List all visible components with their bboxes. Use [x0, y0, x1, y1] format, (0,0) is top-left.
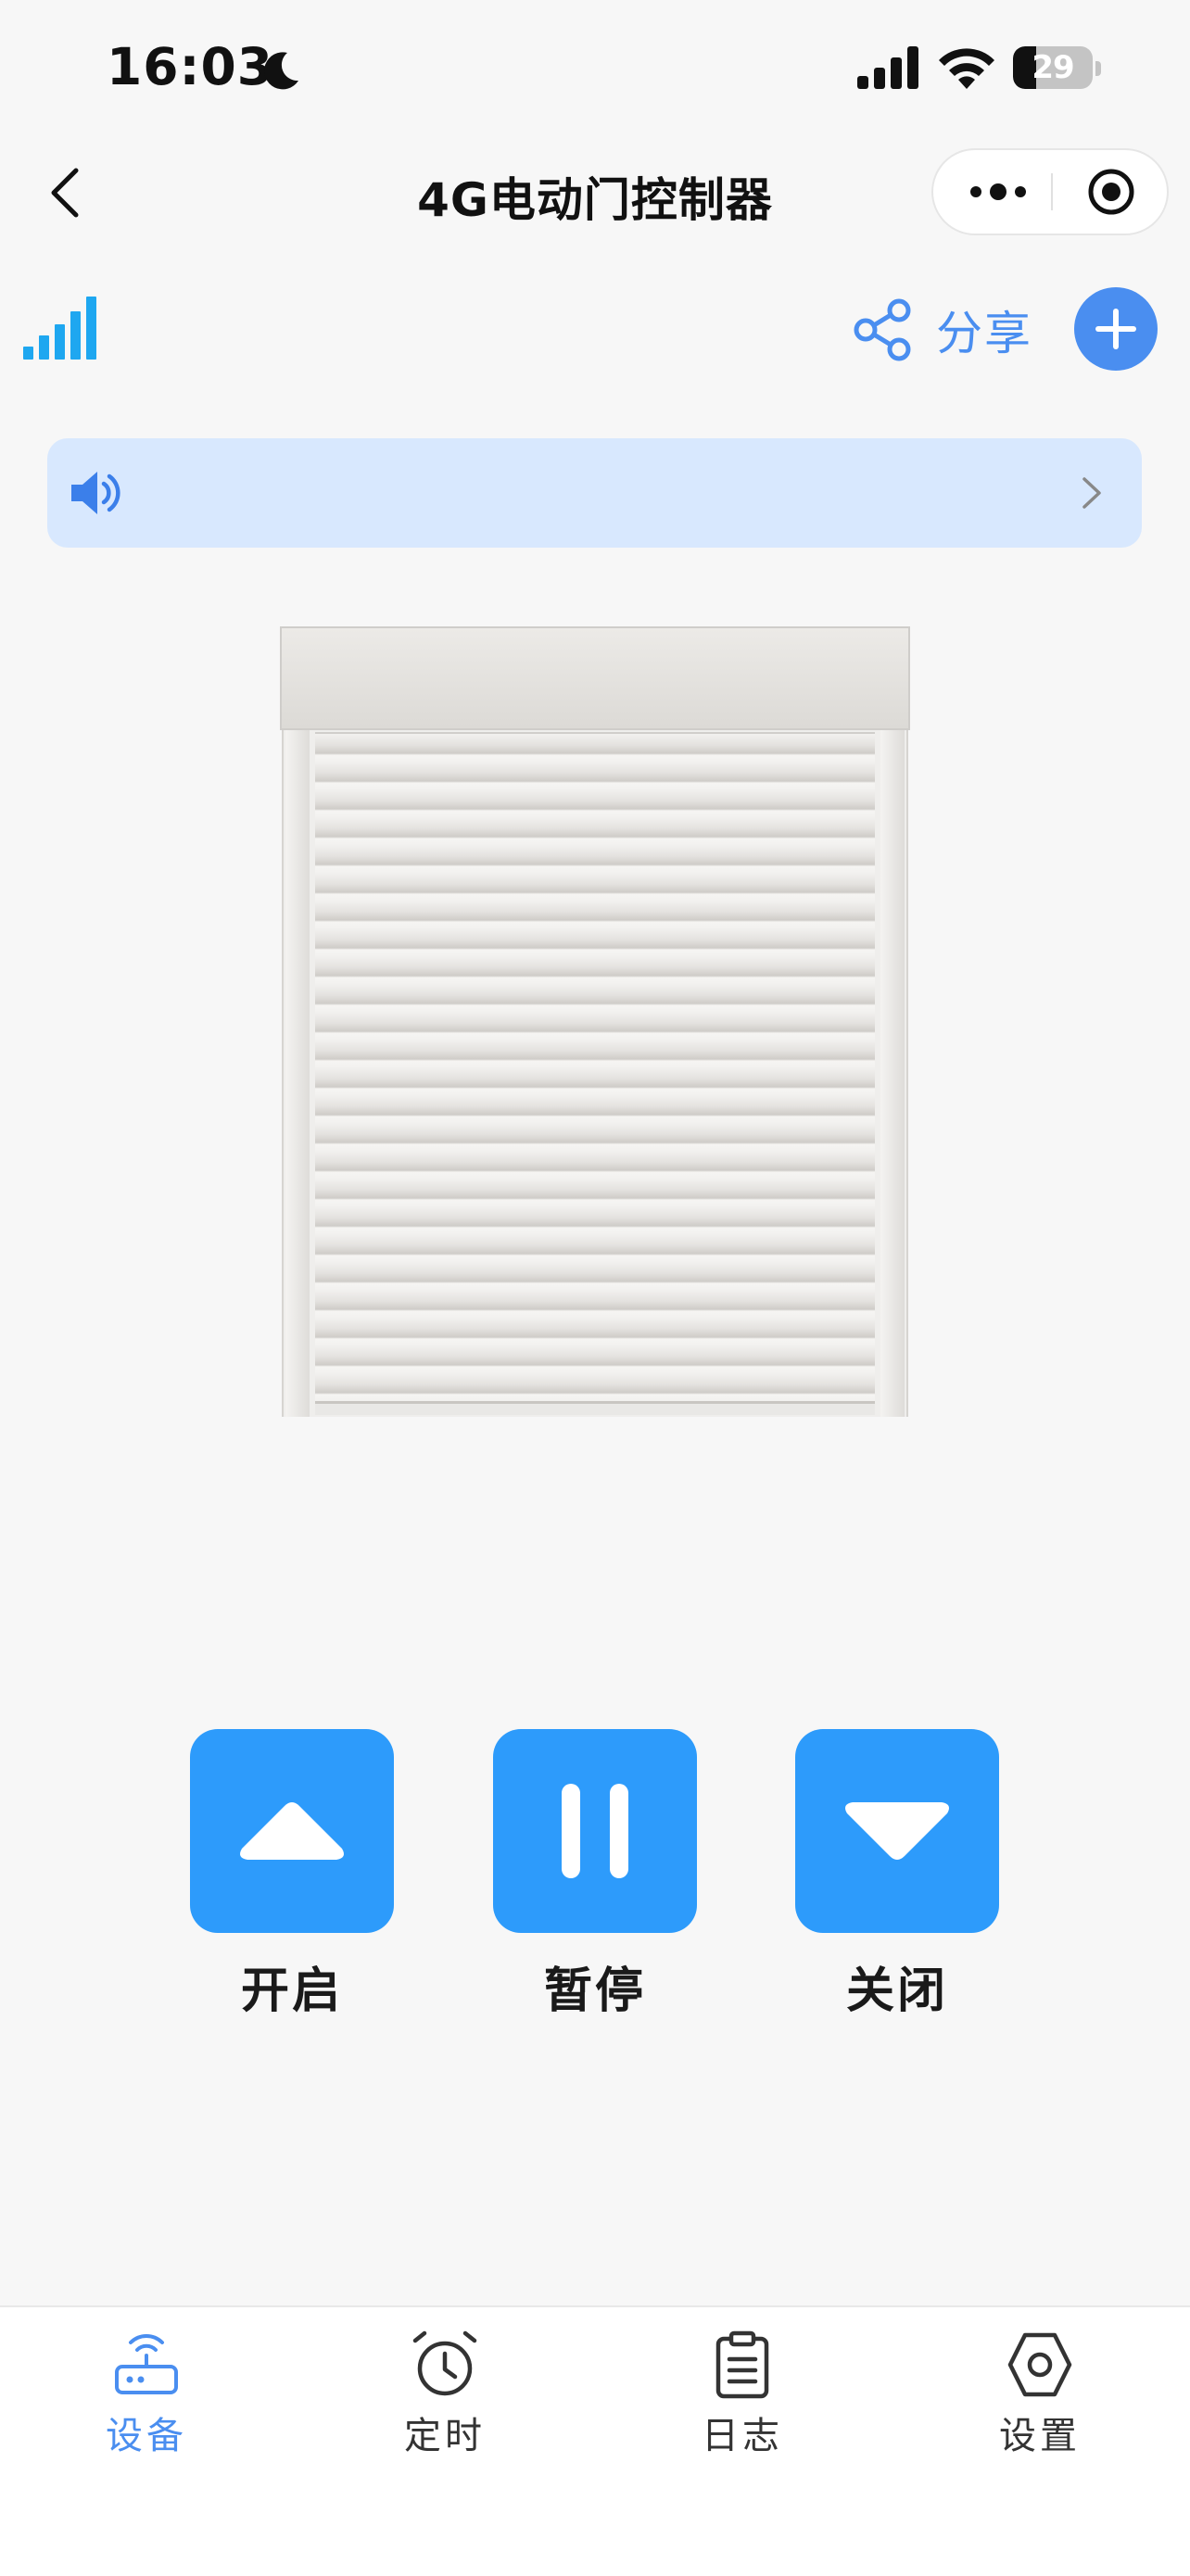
share-icon: [854, 298, 911, 361]
share-button[interactable]: 分享: [851, 293, 1045, 367]
shutter-curtain: [315, 732, 875, 1404]
signal-strength-icon: [23, 297, 96, 360]
close-miniprogram-button[interactable]: [1067, 150, 1156, 234]
tab-timer-label: 定时: [404, 2415, 486, 2457]
target-close-icon: [1088, 169, 1134, 215]
shutter-frame: [282, 726, 908, 1417]
tab-device-label: 设备: [106, 2415, 187, 2457]
chevron-right-icon: [1082, 477, 1101, 509]
shutter-rail-right: [880, 730, 905, 1417]
bottom-tab-bar: 设备 定时 日志 设置: [0, 2305, 1190, 2576]
shutter-rail-left: [285, 730, 310, 1417]
pause-icon: [562, 1784, 628, 1878]
tab-timer[interactable]: 定时: [352, 2328, 538, 2459]
share-label: 分享: [936, 307, 1032, 360]
status-time: 16:03: [107, 37, 274, 96]
door-controls: 开启 暂停 关闭: [0, 1729, 1190, 2026]
moon-icon: [264, 52, 298, 90]
tab-settings-label: 设置: [999, 2415, 1081, 2457]
tab-settings[interactable]: 设置: [947, 2328, 1133, 2459]
battery-tip: [1095, 61, 1101, 76]
tab-log-label: 日志: [702, 2415, 783, 2457]
page-title: 4G电动门控制器: [417, 173, 773, 227]
wifi-icon: [939, 48, 994, 89]
close-control: 关闭: [795, 1729, 999, 2021]
chevron-left-icon: [51, 168, 79, 218]
alarm-clock-icon: [412, 2330, 477, 2396]
plus-icon: [1095, 309, 1136, 349]
add-button[interactable]: [1074, 287, 1158, 371]
speaker-icon: [71, 472, 120, 514]
triangle-up-icon: [240, 1802, 344, 1860]
shutter-box: [280, 626, 910, 730]
more-button[interactable]: [954, 150, 1043, 234]
cellular-signal-icon: [857, 46, 918, 89]
open-label: 开启: [240, 1964, 343, 2019]
triangle-down-icon: [845, 1802, 949, 1860]
back-button[interactable]: [37, 158, 93, 228]
notice-bar[interactable]: [47, 438, 1142, 548]
battery-percent: 29: [1032, 49, 1074, 86]
hexagon-settings-icon: [1007, 2332, 1072, 2397]
clipboard-icon: [715, 2330, 769, 2399]
tab-device[interactable]: 设备: [54, 2328, 239, 2459]
mini-program-capsule: [931, 148, 1169, 235]
open-control: 开启: [190, 1729, 394, 2021]
more-dots-icon: [970, 183, 1026, 200]
shutter-bottom-bar: [315, 1404, 875, 1415]
tab-log[interactable]: 日志: [650, 2328, 835, 2459]
pause-control: 暂停: [493, 1729, 697, 2021]
close-button[interactable]: [795, 1729, 999, 1933]
pause-button[interactable]: [493, 1729, 697, 1933]
battery-indicator: 29: [1013, 46, 1093, 89]
status-bar: 16:03 29: [0, 0, 1190, 139]
router-icon: [115, 2333, 178, 2394]
close-label: 关闭: [845, 1964, 948, 2019]
open-button[interactable]: [190, 1729, 394, 1933]
capsule-divider: [1051, 173, 1053, 210]
pause-label: 暂停: [543, 1964, 646, 2019]
shutter-door-image: [278, 626, 912, 1419]
